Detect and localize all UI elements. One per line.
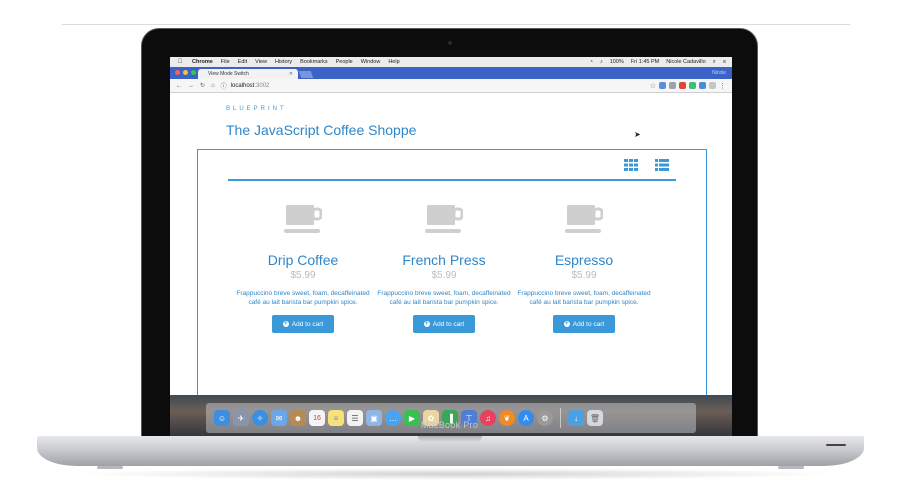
info-icon[interactable]: ⓘ <box>221 81 227 90</box>
product-price: $5.99 <box>431 270 457 281</box>
menu-help[interactable]: Help <box>388 59 399 65</box>
home-icon[interactable]: ⌂ <box>211 83 215 89</box>
menu-people[interactable]: People <box>336 59 353 65</box>
button-label: Add to cart <box>291 320 324 328</box>
coffee-cup-icon <box>284 205 322 233</box>
list-view-icon[interactable] <box>655 159 669 171</box>
menu-file[interactable]: File <box>221 59 230 65</box>
extension-icon[interactable] <box>709 82 716 89</box>
add-to-cart-button[interactable]: + Add to cart <box>553 315 615 333</box>
close-tab-icon[interactable]: ✕ <box>289 71 293 77</box>
panel-divider <box>228 179 676 181</box>
browser-toolbar: ← → ↻ ⌂ ⓘ localhost:3002 ☆ ⋮ <box>170 79 732 93</box>
browser-tabbar: View Mode Switch ✕ Nicole <box>170 67 732 79</box>
close-window-icon[interactable] <box>175 70 180 75</box>
page-title: The JavaScript Coffee Shoppe <box>226 122 417 138</box>
battery-percent[interactable]: 100% <box>610 59 624 65</box>
product-name[interactable]: Espresso <box>514 252 654 268</box>
laptop-lid:  Chrome File Edit View History Bookmark… <box>141 28 758 441</box>
back-icon[interactable]: ← <box>176 83 182 89</box>
menu-app-name[interactable]: Chrome <box>192 59 213 65</box>
sleep-indicator <box>826 444 846 446</box>
extension-icon[interactable] <box>659 82 666 89</box>
window-controls <box>175 70 196 75</box>
screen:  Chrome File Edit View History Bookmark… <box>170 57 732 441</box>
device-label: MacBook Pro <box>420 420 479 430</box>
product-name[interactable]: French Press <box>374 252 514 268</box>
reload-icon[interactable]: ↻ <box>200 82 205 89</box>
camera <box>448 41 452 45</box>
laptop-base <box>37 436 864 469</box>
extension-icon[interactable] <box>689 82 696 89</box>
brand-kicker: BLUEPRINT <box>226 106 287 112</box>
coffee-cup-icon <box>425 205 463 233</box>
minimize-window-icon[interactable] <box>183 70 188 75</box>
apple-icon[interactable]:  <box>178 59 184 65</box>
menu-bookmarks[interactable]: Bookmarks <box>300 59 328 65</box>
notification-center-icon[interactable]: ≡ <box>723 59 726 65</box>
menu-dots-icon[interactable]: ⋮ <box>719 82 726 90</box>
bookmark-star-icon[interactable]: ☆ <box>650 82 656 90</box>
web-page: BLUEPRINT The JavaScript Coffee Shoppe ➤ <box>170 94 732 441</box>
new-tab-button[interactable] <box>298 71 314 78</box>
tab-title: View Mode Switch <box>208 71 249 77</box>
button-label: Add to cart <box>572 320 605 328</box>
laptop-scene:  Chrome File Edit View History Bookmark… <box>0 0 909 501</box>
user-name[interactable]: Nicole Cadavillo <box>666 59 705 65</box>
product-price: $5.99 <box>290 270 316 281</box>
product-card-french-press: French Press $5.99 Frappuccino breve swe… <box>374 205 514 333</box>
product-card-drip-coffee: Drip Coffee $5.99 Frappuccino breve swee… <box>233 205 373 333</box>
plus-circle-icon: + <box>282 321 289 327</box>
menu-history[interactable]: History <box>275 59 292 65</box>
product-name[interactable]: Drip Coffee <box>233 252 373 268</box>
add-to-cart-button[interactable]: + Add to cart <box>413 315 475 333</box>
product-card-espresso: Espresso $5.99 Frappuccino breve sweet, … <box>514 205 654 333</box>
extensions: ☆ ⋮ <box>650 82 726 90</box>
profile-button[interactable]: Nicole <box>712 70 726 76</box>
zoom-window-icon[interactable] <box>191 70 196 75</box>
drop-shadow <box>70 468 840 480</box>
product-description: Frappuccino breve sweet, foam, decaffein… <box>377 290 511 306</box>
menubar-status: ◔ ♪ 100% Fri 1:45 PM Nicole Cadavillo ⌕ … <box>590 57 726 67</box>
menu-view[interactable]: View <box>255 59 267 65</box>
plus-circle-icon: + <box>423 321 430 327</box>
product-price: $5.99 <box>571 270 597 281</box>
add-to-cart-button[interactable]: + Add to cart <box>272 315 334 333</box>
address-field[interactable]: localhost:3002 <box>231 83 270 89</box>
clock[interactable]: Fri 1:45 PM <box>631 59 659 65</box>
product-description: Frappuccino breve sweet, foam, decaffein… <box>236 290 370 306</box>
browser-tab[interactable]: View Mode Switch ✕ <box>198 69 298 79</box>
url-port: :3002 <box>254 82 270 89</box>
forward-icon[interactable]: → <box>188 83 194 89</box>
url-host: localhost <box>230 82 255 89</box>
button-label: Add to cart <box>432 320 465 328</box>
plus-circle-icon: + <box>563 321 570 327</box>
product-description: Frappuccino breve sweet, foam, decaffein… <box>517 290 651 306</box>
wifi-icon[interactable]: ◔ <box>590 59 593 65</box>
spotlight-icon[interactable]: ⌕ <box>713 59 716 66</box>
coffee-cup-icon <box>565 205 603 233</box>
menu-window[interactable]: Window <box>361 59 381 65</box>
extension-icon[interactable] <box>669 82 676 89</box>
mouse-cursor-icon: ➤ <box>634 130 641 139</box>
lid-notch <box>418 436 482 442</box>
grid-view-icon[interactable] <box>624 159 638 171</box>
extension-icon[interactable] <box>699 82 706 89</box>
extension-icon[interactable] <box>679 82 686 89</box>
menu-edit[interactable]: Edit <box>238 59 247 65</box>
divider <box>62 24 850 25</box>
mac-menubar:  Chrome File Edit View History Bookmark… <box>170 57 732 67</box>
volume-icon[interactable]: ♪ <box>600 59 603 65</box>
